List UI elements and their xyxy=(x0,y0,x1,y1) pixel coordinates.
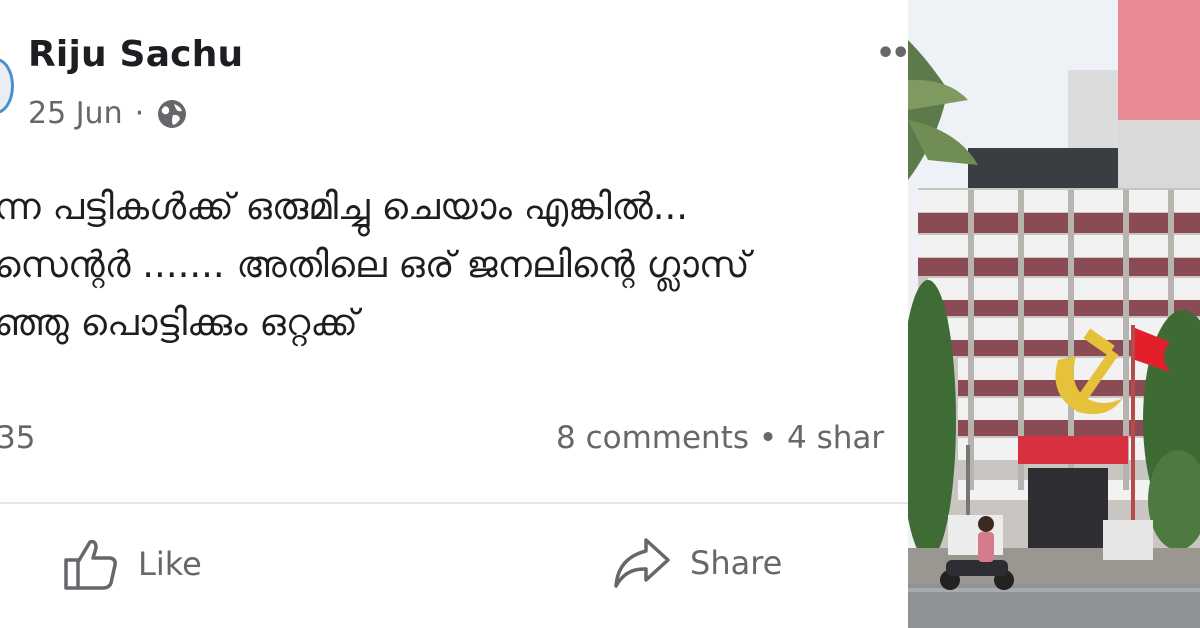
share-button[interactable]: Share xyxy=(612,536,782,590)
like-label: Like xyxy=(138,545,202,583)
building-photo xyxy=(908,0,1200,628)
attached-photo[interactable] xyxy=(908,0,1200,628)
post-line: ഞ്ഞു പൊട്ടിക്കും ഒറ്റക്ക് xyxy=(0,301,358,344)
post-author-name[interactable]: Riju Sachu xyxy=(28,34,243,75)
meta-separator: · xyxy=(134,96,145,131)
comments-shares-count[interactable]: 8 comments • 4 shar xyxy=(556,420,884,456)
divider xyxy=(0,502,908,504)
post-meta: 25 Jun · xyxy=(28,96,188,131)
post-body: ന്ന പട്ടികൾക്ക് ഒരുമിച്ചു ചെയാം എങ്കിൽ..… xyxy=(0,178,750,352)
post-line: സെന്റർ ....... അതിലെ ഒര് ജനലിന്റെ ഗ്ലാസ് xyxy=(0,243,750,286)
post-date[interactable]: 25 Jun xyxy=(28,96,123,131)
post-line: ന്ന പട്ടികൾക്ക് ഒരുമിച്ചു ചെയാം എങ്കിൽ..… xyxy=(0,185,689,228)
post-stats: 35 8 comments • 4 shar xyxy=(0,420,908,464)
share-label: Share xyxy=(690,544,783,582)
like-button[interactable]: Like xyxy=(62,536,202,592)
thumbs-up-icon xyxy=(64,539,117,590)
avatar[interactable] xyxy=(0,58,14,114)
facebook-post: Riju Sachu 25 Jun · •• ന്ന പട്ടികൾക്ക് ഒ… xyxy=(0,0,908,628)
share-arrow-icon xyxy=(614,538,670,588)
reaction-count[interactable]: 35 xyxy=(0,420,35,456)
more-options-icon[interactable]: •• xyxy=(876,36,908,71)
globe-icon xyxy=(158,99,187,128)
